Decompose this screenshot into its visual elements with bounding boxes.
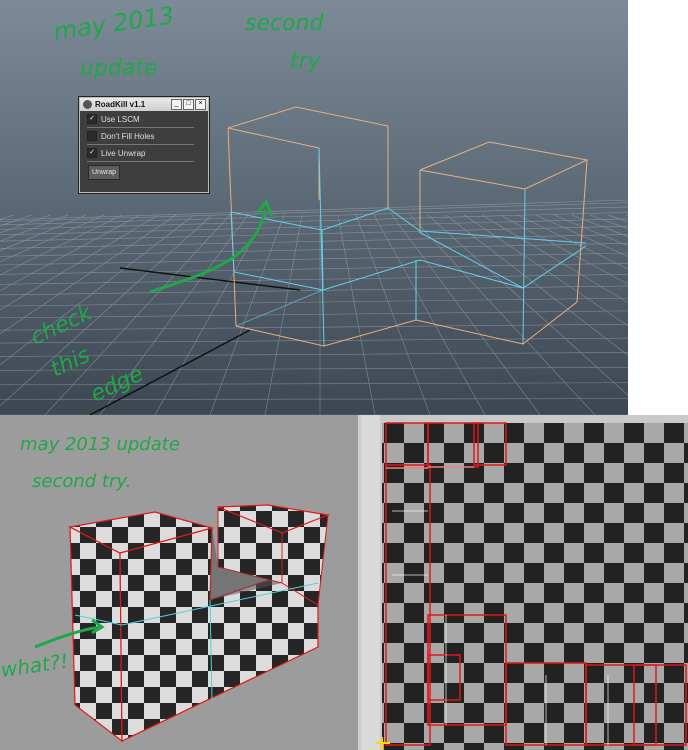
note-second-try: second try. [32, 471, 131, 492]
grid-line [0, 352, 628, 357]
grid-line [391, 214, 541, 415]
roadkill-window[interactable]: RoadKill v1.1 _ □ × ✓ Use LSCM Don't Fil… [79, 97, 209, 193]
option-use-lscm[interactable]: ✓ Use LSCM [80, 111, 208, 127]
grid-line [0, 297, 628, 307]
option-dont-fill-holes[interactable]: Don't Fill Holes [80, 128, 208, 144]
wireframe-mesh [227, 106, 589, 347]
textured-model: may 2013 update second try. what?! [0, 434, 331, 743]
minimize-button[interactable]: _ [171, 99, 182, 110]
grid-line [0, 367, 628, 371]
roadkill-title: RoadKill v1.1 [95, 100, 146, 109]
note-this: this [47, 343, 94, 383]
grid-line [589, 214, 628, 230]
maximize-button[interactable]: □ [183, 99, 194, 110]
grid-line [0, 337, 628, 344]
checkbox-dont-fill-holes[interactable] [87, 131, 97, 141]
checkbox-live-unwrap[interactable]: ✓ [87, 148, 97, 158]
note-check: check [27, 300, 97, 350]
grid-line [409, 214, 596, 415]
grid-line [427, 214, 628, 396]
textured-3d-viewport[interactable]: may 2013 update second try. what?! [0, 415, 358, 750]
top-3d-viewport[interactable]: may 2013 update second try check this ed… [0, 0, 628, 415]
blank-area [628, 0, 688, 415]
roadkill-titlebar[interactable]: RoadKill v1.1 _ □ × [80, 98, 208, 111]
grid-line [0, 323, 628, 331]
grid-line [0, 310, 628, 319]
left-block-side [69, 525, 123, 743]
roadkill-logo-icon [83, 100, 92, 109]
separator [87, 161, 194, 162]
grid-line [0, 199, 628, 221]
note-second: second [245, 11, 324, 36]
grid-line [337, 214, 376, 415]
option-live-unwrap[interactable]: ✓ Live Unwrap [80, 145, 208, 161]
grid-line [607, 214, 628, 223]
grid-line [0, 243, 628, 257]
note-try: try [290, 49, 322, 74]
note-what: what?! [0, 649, 70, 682]
grid-line [355, 214, 431, 415]
label-use-lscm: Use LSCM [101, 114, 140, 124]
checkbox-use-lscm[interactable]: ✓ [87, 114, 97, 124]
grid-line [499, 214, 628, 285]
note-update: update [80, 56, 158, 81]
note-may-2013-update: may 2013 update [20, 434, 180, 455]
grid-line [0, 252, 628, 266]
grid-line [571, 214, 628, 237]
grid-line [373, 214, 486, 415]
uv-editor[interactable] [362, 415, 688, 750]
label-live-unwrap: Live Unwrap [101, 148, 146, 158]
unwrap-button[interactable]: Unwrap [88, 165, 120, 180]
close-button[interactable]: × [195, 99, 206, 110]
grid-line [0, 202, 628, 222]
grid-line [0, 263, 628, 275]
uv-checker-grid [376, 422, 688, 750]
handwritten-notes-top: may 2013 update second try check this ed… [27, 1, 325, 407]
note-may-2013: may 2013 [52, 1, 176, 46]
grid-line [0, 206, 628, 226]
label-dont-fill-holes: Don't Fill Holes [101, 131, 155, 141]
perspective-grid: may 2013 update second try check this ed… [0, 1, 628, 415]
